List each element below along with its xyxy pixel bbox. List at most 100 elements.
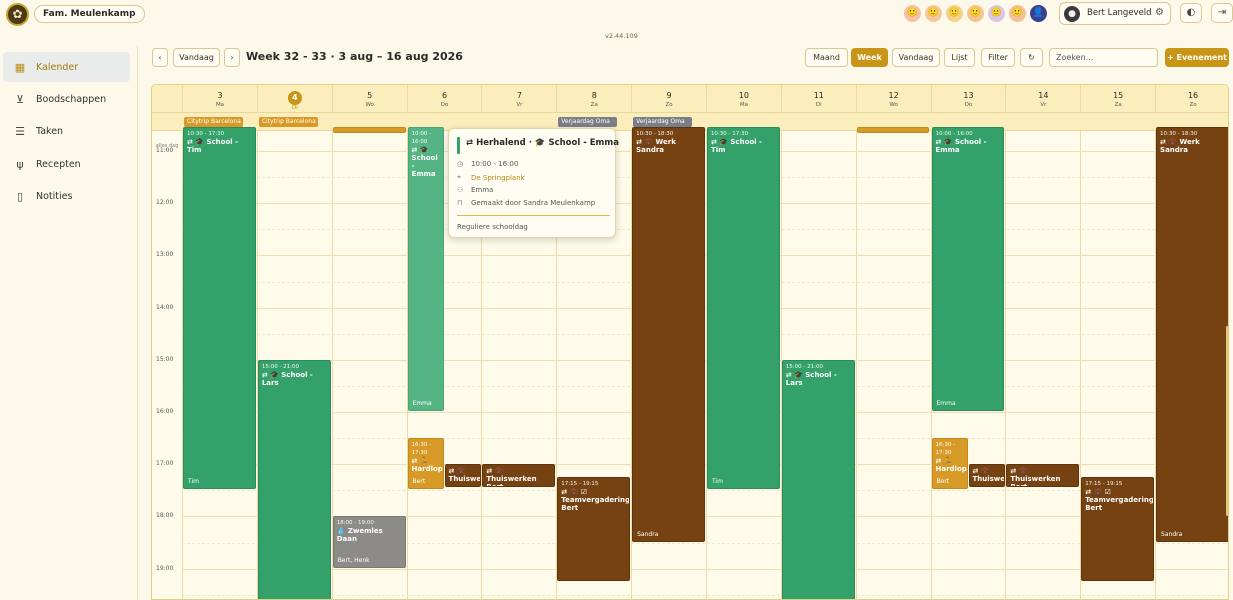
event-time: 17:15 - 19:15 [561,481,599,488]
day-header-15[interactable]: 15 Za [1080,85,1155,113]
day-header-10[interactable]: 10 Ma [705,85,781,113]
user-menu[interactable]: ● Bert Langeveld ⚙ [1059,2,1171,25]
day-header-4[interactable]: 4 Di [256,85,332,113]
day-column-divider [855,131,857,599]
calendar-event[interactable]: 18:00 - 19:00 💧 Zwemles Daan Bert, Henk [332,516,406,568]
event-person: Bert [936,478,950,486]
sidebar-item-kalender[interactable]: ▦ Kalender [3,52,130,82]
filter-button[interactable]: Filter [981,48,1015,67]
sidebar-item-recepten[interactable]: ψ Recepten [3,149,130,179]
refresh-icon[interactable]: ↻ [1020,48,1043,67]
utensils-icon: ψ [16,157,24,171]
calendar-event[interactable]: 10:00 - 16:00 ⇄ 🎓 School - Emma Emma [931,127,1005,411]
hour-gridline [182,229,1228,231]
add-event-button[interactable]: + Evenement [1165,48,1229,67]
calendar-event[interactable]: 10:30 - 18:30 ⇄ 💼 Werk Sandra Sandra [1156,127,1228,542]
event-time: 16:30 - 17:30 [411,442,432,457]
day-header-12[interactable]: 12 Wo [855,85,931,113]
member-avatar[interactable]: 🙂 [1009,5,1026,22]
allday-event-chip[interactable]: Verjaardag Oma [558,117,618,127]
calendar-event[interactable]: 10:30 - 17:30 ⇄ 🎓 School - Tim Tim [183,127,256,490]
hour-gridline [182,438,1228,440]
day-header-5[interactable]: 5 Wo [331,85,407,113]
search-input[interactable] [1049,48,1158,67]
popup-time: 10:00 - 16:00 [471,160,519,168]
sidebar-item-label: Recepten [36,158,81,170]
event-title: ⇄ 💼 Thuiswe [448,467,481,484]
day-header-3[interactable]: 3 Ma [182,85,257,113]
sidebar-item-taken[interactable]: ☰ Taken [3,116,130,146]
next-button[interactable]: › [224,48,240,67]
calendar-event[interactable]: 15:00 - 21:00 ⇄ 🎓 School - Lars [781,359,855,599]
member-avatar[interactable]: 🙂 [967,5,984,22]
event-title: ⇄ 🎓 School - Emma [411,146,438,178]
day-header-11[interactable]: 11 Di [780,85,856,113]
calendar-event[interactable]: 15:00 - 21:00 ⇄ 🎓 School - Lars [257,359,331,599]
palette-icon[interactable]: ◐ [1180,3,1202,23]
family-logo-icon[interactable]: ✿ [6,3,29,26]
gear-icon[interactable]: ⚙ [1155,7,1164,18]
day-header-6[interactable]: 6 Do [406,85,482,113]
view-month-button[interactable]: Maand [805,48,848,67]
calendar-event[interactable]: 17:15 - 19:15 ⇄ 💼 ☑ Teamvergadering Bert [557,477,631,581]
event-person: Lars [862,128,875,130]
event-title: ⇄ 💼 ☑ Teamvergadering Bert [561,488,630,513]
allday-event-chip[interactable]: Citytrip Barcelona [184,117,243,127]
day-header-14[interactable]: 14 Vr [1005,85,1080,113]
view-week-button[interactable]: Week [851,48,888,67]
event-person: Emma [412,400,432,407]
member-avatar[interactable]: 👤 [1030,5,1047,22]
event-title: ⇄ 🎓 School - Tim [187,138,238,154]
calendar-event[interactable]: ⇄ 💼 Thuiswe [968,464,1005,487]
event-title: ⇄ 💼 Thuiswerken Bert [1010,467,1061,485]
sidebar-item-label: Taken [36,125,64,137]
sidebar-item-boodschappen[interactable]: ⊻ Boodschappen [3,84,130,114]
person-icon: ⚇ [457,186,464,194]
calendar-scrollbar[interactable] [1226,326,1229,516]
day-header-8[interactable]: 8 Za [556,85,631,113]
day-number: 5 [367,91,373,100]
calendar-event[interactable]: 16:30 - 17:30 ⇄ 🏃 Hardlop Bert [407,438,444,490]
member-avatar[interactable]: 🙂 [946,5,963,22]
event-title: ⇄ 🎓 School - Lars [785,370,837,387]
popup-location[interactable]: De Springplank [471,174,525,182]
day-header-7[interactable]: 7 Vr [481,85,556,113]
popup-person-row: ⚇ Emma [457,186,493,194]
prev-button[interactable]: ‹ [152,48,168,67]
member-avatar[interactable]: 🙂 [904,5,921,22]
today-button[interactable]: Vandaag [173,48,220,67]
popup-person: Emma [471,186,494,194]
sidebar-item-notities[interactable]: ▯ Notities [3,181,130,211]
event-color-bar [457,137,460,154]
view-day-button[interactable]: Vandaag [892,48,940,67]
day-header-9[interactable]: 9 Zo [631,85,706,113]
calendar-event[interactable]: 10:00 - 16:00 ⇄ 🎓 School - Emma Emma [407,127,444,411]
day-number: 9 [666,91,672,100]
family-switcher-button[interactable]: Fam. Meulenkamp [34,5,145,23]
day-header-16[interactable]: 16 Zo [1155,85,1228,113]
calendar-event[interactable]: Lars [856,127,930,133]
day-header-13[interactable]: 13 Do [930,85,1006,113]
day-number: 6 [442,91,448,100]
hour-gridline [182,594,1228,596]
time-grid[interactable]: 11:00 12:00 13:00 14:00 15:00 16:00 17:00 18:00… [152,127,1228,599]
event-detail-popup: ⇄ Herhalend · 🎓 School - Emma ◷ 10:00 - 1… [448,128,619,238]
calendar-event[interactable]: 17:15 - 19:15 ⇄ 💼 ☑ Teamvergadering Bert [1081,477,1155,581]
calendar-event[interactable]: ⇄ 💼 Thuiswerken Bert [1006,464,1080,487]
member-avatar[interactable]: 🙂 [925,5,942,22]
allday-event-chip[interactable]: Verjaardag Oma [633,117,692,127]
view-list-button[interactable]: Lijst [944,48,975,67]
calendar-event[interactable]: ⇄ 💼 Thuiswerken Bert [482,464,556,487]
event-time: 10:00 - 16:00 [411,131,432,145]
calendar-event[interactable]: 10:30 - 17:30 ⇄ 🎓 School - Tim Tim [706,127,780,490]
event-time: 18:00 - 19:00 [336,520,374,527]
hour-gridline [182,255,1228,257]
allday-event-chip[interactable]: Citytrip Barcelona [258,117,318,127]
logout-icon[interactable]: ⇥ [1211,3,1233,23]
calendar-event[interactable]: 16:30 - 17:30 ⇄ 🏃 Hardlop Bert [931,438,968,490]
calendar-event[interactable]: 10:30 - 18:30 ⇄ 💼 Werk Sandra Sandra [632,127,705,542]
calendar-event[interactable]: ⇄ 💼 Thuiswe [444,464,481,487]
calendar-event[interactable]: Lars [332,127,406,133]
member-avatar[interactable]: 🙂 [988,5,1005,22]
popup-location-row[interactable]: ⌖ De Springplank [457,173,525,182]
